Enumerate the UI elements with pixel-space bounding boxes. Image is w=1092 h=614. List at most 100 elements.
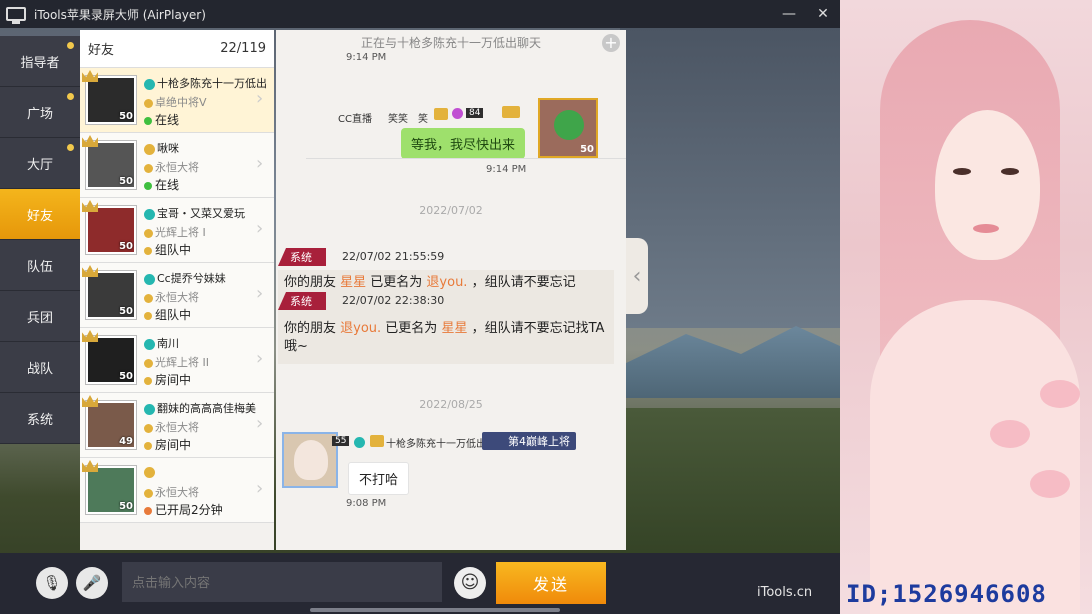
friend-avatar[interactable] bbox=[282, 432, 338, 488]
minimize-button[interactable]: — bbox=[772, 6, 806, 22]
crown-icon bbox=[82, 460, 98, 472]
friend-status: 已开局2分钟 bbox=[144, 501, 223, 518]
nav-item-plaza[interactable]: 广场 bbox=[0, 87, 80, 138]
friend-status: 在线 bbox=[144, 176, 179, 193]
message-time: 9:08 PM bbox=[346, 498, 387, 509]
voice-to-text-icon[interactable]: 🎙 bbox=[36, 567, 68, 599]
gender-icon bbox=[144, 466, 155, 478]
crown-icon bbox=[82, 395, 98, 407]
system-message-1: 你的朋友 星星 已更名为 退you. ，组队请不要忘记 bbox=[284, 274, 610, 292]
rank-icon bbox=[144, 293, 153, 303]
friend-avatar[interactable]: 50 bbox=[86, 336, 136, 384]
friend-status: 房间中 bbox=[144, 371, 191, 388]
rank-icon bbox=[144, 488, 153, 498]
friend-row[interactable]: 50 十枪多陈充十一万低出 卓绝中将V 在线 › bbox=[80, 68, 274, 133]
friend-row[interactable]: 50 宝哥・又菜又爱玩 光辉上将 I 组队中 › bbox=[80, 198, 274, 263]
sender-name: 笑笑 bbox=[388, 114, 408, 125]
friend-row[interactable]: 50 南川 光辉上将 II 房间中 › bbox=[80, 328, 274, 393]
rank-badge: 第4巅峰上将 bbox=[482, 432, 576, 450]
chevron-right-icon[interactable]: › bbox=[256, 415, 268, 433]
nav-item-squad[interactable]: 战队 bbox=[0, 342, 80, 393]
emoji-icon[interactable]: ☺ bbox=[454, 567, 486, 599]
avatar-level: 49 bbox=[119, 436, 133, 447]
friend-rank-text: 永恒大将 bbox=[155, 161, 199, 174]
friend-name: 十枪多陈充十一万低出 bbox=[386, 439, 486, 450]
friend-status-text: 在线 bbox=[155, 113, 180, 127]
level-badge: 55 bbox=[332, 436, 350, 446]
rank-icon bbox=[144, 423, 153, 433]
crown-icon bbox=[82, 70, 98, 82]
friend-row[interactable]: 50 啾咪永恒大将在线 › bbox=[80, 133, 274, 198]
friend-avatar[interactable]: 50 bbox=[86, 271, 136, 319]
close-button[interactable]: ✕ bbox=[806, 6, 840, 22]
avatar-level: 50 bbox=[119, 501, 133, 512]
friend-message-bubble[interactable]: 不打哈 bbox=[348, 462, 410, 495]
message-time: 9:14 PM bbox=[346, 52, 387, 63]
chevron-right-icon[interactable]: › bbox=[256, 285, 268, 303]
msg-text: 你的朋友 bbox=[284, 321, 341, 336]
nav-item-system[interactable]: 系统 bbox=[0, 393, 80, 444]
nav-item-mentor[interactable]: 指导者 bbox=[0, 36, 80, 87]
nav-item-corps[interactable]: 兵团 bbox=[0, 291, 80, 342]
system-time: 22/07/02 21:55:59 bbox=[342, 250, 445, 263]
female-icon bbox=[452, 108, 463, 119]
crown-icon bbox=[82, 265, 98, 277]
add-icon[interactable]: + bbox=[602, 34, 620, 52]
friend-rank: 卓绝中将V bbox=[144, 94, 207, 110]
send-button[interactable]: 发送 bbox=[496, 562, 606, 604]
system-time: 22/07/02 22:38:30 bbox=[342, 294, 445, 307]
chevron-right-icon[interactable]: › bbox=[256, 220, 268, 238]
chevron-right-icon[interactable]: › bbox=[256, 480, 268, 498]
friend-rank: 光辉上将 I bbox=[144, 224, 206, 240]
friend-avatar[interactable]: 50 bbox=[86, 141, 136, 189]
nav-label: 战队 bbox=[26, 361, 53, 377]
self-avatar[interactable]: 50 bbox=[538, 98, 598, 158]
friend-row[interactable]: 49 翻妹的高高高佳梅美 永恒大将 房间中 › bbox=[80, 393, 274, 458]
friend-status-text: 组队中 bbox=[155, 308, 192, 322]
friend-name: 南川 bbox=[144, 335, 268, 351]
chevron-right-icon[interactable]: › bbox=[256, 350, 268, 368]
collapse-chevron-icon[interactable]: ‹ bbox=[626, 238, 648, 314]
friend-avatar[interactable]: 50 bbox=[86, 206, 136, 254]
friend-rank: 永恒大将 bbox=[144, 289, 199, 305]
left-nav: 指导者 广场 大厅 好友 队伍 兵团 战队 系统 bbox=[0, 36, 80, 444]
sender-name: 笑 bbox=[418, 114, 428, 125]
friend-row[interactable]: 50 永恒大将 已开局2分钟 › bbox=[80, 458, 274, 523]
friend-rank-text: 永恒大将 bbox=[155, 291, 199, 304]
avatar-level: 50 bbox=[580, 144, 594, 155]
nav-item-friends[interactable]: 好友 bbox=[0, 189, 80, 240]
friend-name: Cc提乔兮妹妹 bbox=[144, 270, 268, 286]
chevron-right-icon[interactable]: › bbox=[256, 90, 268, 108]
crown-icon bbox=[82, 135, 98, 147]
friend-rank: 永恒大将 bbox=[144, 159, 199, 175]
system-tag: 系统 bbox=[278, 292, 326, 310]
chat-input[interactable] bbox=[122, 562, 442, 602]
gender-icon bbox=[144, 78, 155, 90]
avatar-level: 50 bbox=[119, 306, 133, 317]
self-message-bubble[interactable]: 等我，我尽快出来 bbox=[401, 128, 526, 159]
notification-dot bbox=[67, 42, 74, 49]
airplay-icon bbox=[6, 7, 26, 24]
friend-name-text: 啾咪 bbox=[157, 142, 179, 155]
friend-row[interactable]: 50 Cc提乔兮妹妹永恒大将组队中 › bbox=[80, 263, 274, 328]
highlight-name: 退you. bbox=[426, 275, 468, 290]
avatar-level: 50 bbox=[119, 176, 133, 187]
rank-icon bbox=[144, 98, 153, 108]
nav-label: 系统 bbox=[26, 412, 53, 428]
friend-avatar[interactable]: 50 bbox=[86, 466, 136, 514]
friend-status-text: 在线 bbox=[155, 178, 180, 192]
nav-item-lobby[interactable]: 大厅 bbox=[0, 138, 80, 189]
friend-rank-text: 卓绝中将V bbox=[155, 96, 207, 109]
friend-name: 啾咪 bbox=[144, 140, 268, 156]
microphone-icon[interactable]: 🎤 bbox=[76, 567, 108, 599]
streamer-face-shape bbox=[935, 110, 1040, 260]
chevron-right-icon[interactable]: › bbox=[256, 155, 268, 173]
friend-status-text: 组队中 bbox=[155, 243, 192, 257]
eye-shape bbox=[953, 168, 971, 175]
friend-avatar[interactable]: 50 bbox=[86, 76, 136, 124]
friend-name: 翻妹的高高高佳梅美 bbox=[144, 400, 268, 416]
status-dot bbox=[144, 506, 152, 515]
friend-avatar[interactable]: 49 bbox=[86, 401, 136, 449]
nav-label: 好友 bbox=[26, 208, 53, 224]
nav-item-team[interactable]: 队伍 bbox=[0, 240, 80, 291]
